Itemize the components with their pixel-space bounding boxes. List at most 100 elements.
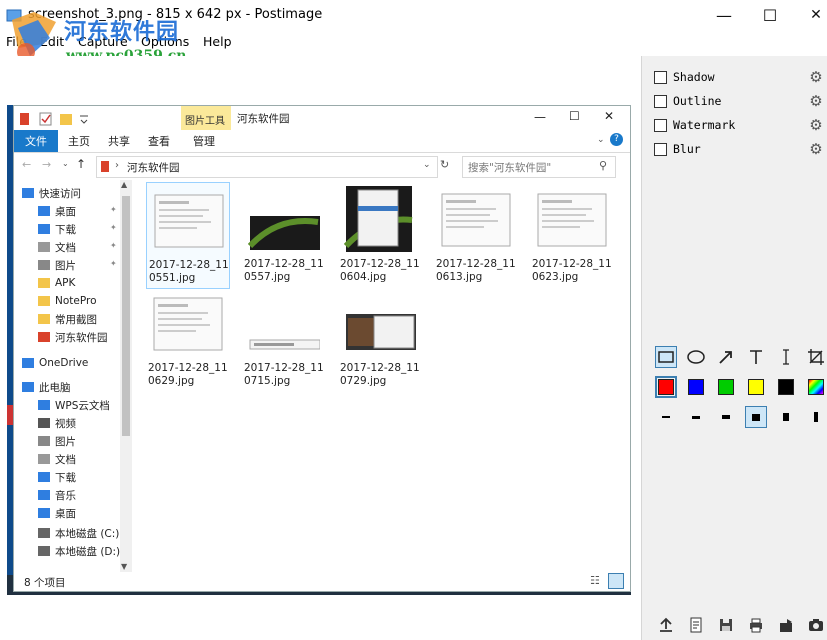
- file-item[interactable]: 2017-12-28_110623.jpg: [530, 182, 612, 287]
- nav-item[interactable]: 本地磁盘 (D:): [38, 542, 120, 560]
- ribbon-expand-icon[interactable]: ⌄: [597, 135, 605, 145]
- file-item[interactable]: 2017-12-28_110613.jpg: [434, 182, 516, 287]
- nav-item[interactable]: NotePro: [38, 292, 97, 310]
- menu-help[interactable]: Help: [203, 34, 232, 49]
- nav-item-icon: [38, 314, 50, 324]
- maximize-button[interactable]: ☐: [747, 0, 793, 30]
- file-item[interactable]: 2017-12-28_110557.jpg: [242, 182, 324, 287]
- nav-item[interactable]: 此电脑: [22, 378, 71, 396]
- scroll-up-icon[interactable]: ▲: [121, 180, 127, 189]
- nav-item[interactable]: 下载: [38, 220, 76, 238]
- gear-icon[interactable]: ⚙: [808, 117, 824, 133]
- color-swatch[interactable]: [655, 376, 677, 398]
- up-icon[interactable]: ↑: [76, 157, 86, 171]
- nav-item[interactable]: 河东软件园: [38, 328, 108, 346]
- recent-dropdown-icon[interactable]: ⌄: [62, 159, 69, 168]
- color-swatch[interactable]: [778, 379, 794, 395]
- line-width-option[interactable]: [655, 406, 677, 428]
- nav-item[interactable]: 下载: [38, 468, 76, 486]
- file-item[interactable]: 2017-12-28_110551.jpg: [146, 182, 230, 289]
- nav-item[interactable]: 桌面: [38, 202, 76, 220]
- effect-checkbox[interactable]: [654, 118, 667, 132]
- nav-item[interactable]: 桌面: [38, 504, 76, 522]
- explorer-maximize[interactable]: ☐: [569, 109, 580, 123]
- help-icon[interactable]: ?: [610, 133, 623, 146]
- folder-icon: [101, 161, 109, 172]
- explorer-close[interactable]: ✕: [604, 109, 614, 123]
- effect-checkbox[interactable]: [654, 94, 667, 108]
- color-swatch[interactable]: [808, 379, 824, 395]
- nav-item[interactable]: WPS云文档: [38, 396, 110, 414]
- tab-file[interactable]: 文件: [14, 130, 58, 152]
- nav-item[interactable]: 音乐: [38, 486, 76, 504]
- tab-home[interactable]: 主页: [68, 133, 90, 149]
- nav-item-label: 音乐: [55, 489, 76, 502]
- file-item[interactable]: 2017-12-28_110729.jpg: [338, 286, 420, 391]
- line-width-option[interactable]: [805, 406, 827, 428]
- nav-item-icon: [38, 436, 50, 446]
- nav-item[interactable]: 文档: [38, 450, 76, 468]
- file-item[interactable]: 2017-12-28_110629.jpg: [146, 286, 228, 391]
- line-width-option[interactable]: [715, 406, 737, 428]
- effect-checkbox[interactable]: [654, 70, 667, 84]
- share-icon[interactable]: [777, 616, 795, 634]
- back-icon[interactable]: ←: [22, 158, 31, 171]
- forward-icon[interactable]: →: [42, 158, 51, 171]
- close-button[interactable]: ✕: [793, 0, 827, 30]
- line-width-option[interactable]: [685, 406, 707, 428]
- effect-shadow-option[interactable]: Shadow: [654, 68, 715, 86]
- gear-icon[interactable]: ⚙: [808, 93, 824, 109]
- scroll-down-icon[interactable]: ▼: [121, 562, 127, 571]
- line-width-icon: [692, 415, 700, 419]
- text-tool[interactable]: [745, 346, 767, 368]
- explorer-minimize[interactable]: —: [534, 110, 546, 124]
- save-icon[interactable]: [717, 616, 735, 634]
- details-view-icon[interactable]: ☷: [590, 574, 600, 587]
- nav-item[interactable]: OneDrive: [22, 354, 88, 372]
- nav-item-icon: [38, 278, 50, 288]
- nav-item[interactable]: 图片: [38, 256, 76, 274]
- camera-icon[interactable]: [807, 616, 825, 634]
- search-input[interactable]: 搜索"河东软件园" ⚲: [462, 156, 616, 178]
- file-thumbnail: [344, 290, 416, 356]
- file-item[interactable]: 2017-12-28_110604.jpg: [338, 182, 420, 287]
- nav-item[interactable]: APK: [38, 274, 75, 292]
- nav-item[interactable]: 快速访问: [22, 184, 81, 202]
- color-swatch[interactable]: [688, 379, 704, 395]
- nav-item[interactable]: 本地磁盘 (C:): [38, 524, 119, 542]
- gear-icon[interactable]: ⚙: [808, 141, 824, 157]
- nav-item[interactable]: 视频: [38, 414, 76, 432]
- nav-item[interactable]: 常用截图: [38, 310, 97, 328]
- color-swatch[interactable]: [718, 379, 734, 395]
- rectangle-tool[interactable]: [655, 346, 677, 368]
- effect-checkbox[interactable]: [654, 142, 667, 156]
- tab-view[interactable]: 查看: [148, 133, 170, 149]
- print-icon[interactable]: [747, 616, 765, 634]
- ellipse-tool[interactable]: [685, 346, 707, 368]
- refresh-icon[interactable]: ↻: [440, 158, 449, 171]
- nav-item[interactable]: 图片: [38, 432, 76, 450]
- effect-watermark-option[interactable]: Watermark: [654, 116, 735, 134]
- line-width-option[interactable]: [775, 406, 797, 428]
- cursor-text-tool[interactable]: [775, 346, 797, 368]
- file-item[interactable]: 2017-12-28_110715.jpg: [242, 286, 324, 391]
- document-icon[interactable]: [687, 616, 705, 634]
- gear-icon[interactable]: ⚙: [808, 69, 824, 85]
- arrow-tool[interactable]: [715, 346, 737, 368]
- large-icons-view-icon[interactable]: [608, 573, 624, 589]
- nav-item[interactable]: 文档: [38, 238, 76, 256]
- color-swatch[interactable]: [748, 379, 764, 395]
- effect-blur-option[interactable]: Blur: [654, 140, 701, 158]
- tab-share[interactable]: 共享: [108, 133, 130, 149]
- nav-scroll-thumb[interactable]: [122, 196, 130, 436]
- effect-outline-option[interactable]: Outline: [654, 92, 721, 110]
- crop-tool[interactable]: [805, 346, 827, 368]
- nav-item-icon: [38, 296, 50, 306]
- upload-icon[interactable]: [657, 616, 675, 634]
- nav-item-label: 视频: [55, 417, 76, 430]
- minimize-button[interactable]: —: [701, 0, 747, 30]
- address-dropdown-icon[interactable]: ⌄: [423, 160, 431, 170]
- line-width-option[interactable]: [745, 406, 767, 428]
- tab-manage[interactable]: 管理: [193, 133, 215, 149]
- address-field[interactable]: › 河东软件园 ⌄: [96, 156, 438, 178]
